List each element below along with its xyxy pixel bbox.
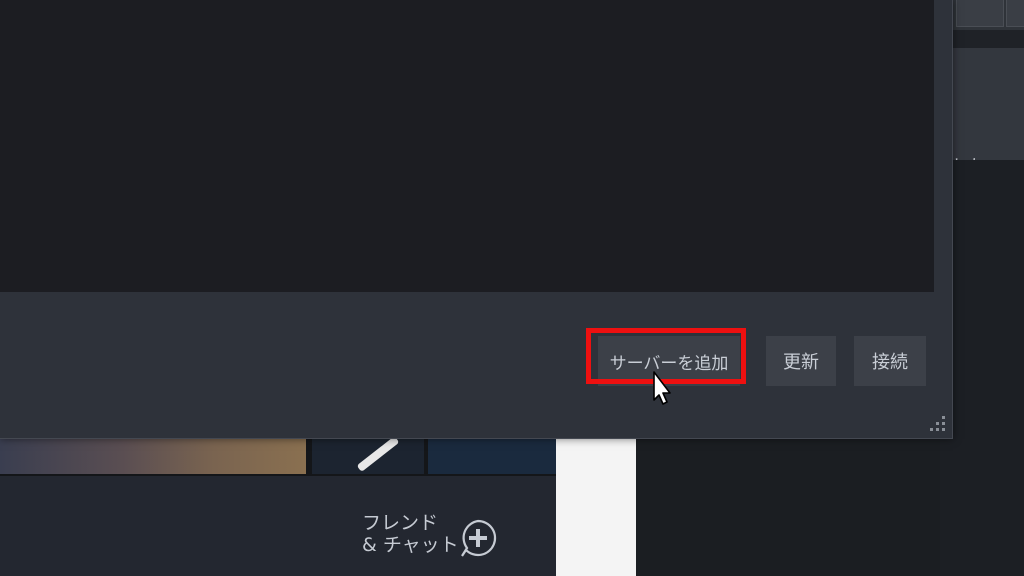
white-panel: [556, 436, 636, 576]
plus-circle-icon: [461, 519, 497, 557]
background-tab[interactable]: [956, 0, 1004, 27]
game-thumbnail[interactable]: [428, 436, 556, 474]
server-list[interactable]: [0, 0, 934, 292]
background-tab-partial[interactable]: [1006, 0, 1024, 27]
friends-chat-label-line1: フレンド: [362, 512, 439, 534]
refresh-button[interactable]: 更新: [766, 336, 836, 386]
mouse-pointer-icon: [653, 371, 671, 405]
friends-chat-label-line2: & チャット: [362, 534, 459, 556]
friends-chat-button[interactable]: フレンド & チャット: [362, 512, 512, 564]
friends-chat-label: フレンド & チャット: [362, 512, 459, 556]
game-thumbnail[interactable]: [0, 436, 306, 474]
servers-dialog: サーバーを追加 更新 接続: [0, 0, 953, 439]
dark-panel: [636, 436, 940, 576]
resize-grip-icon[interactable]: [924, 410, 948, 434]
connect-button[interactable]: 接続: [854, 336, 926, 386]
